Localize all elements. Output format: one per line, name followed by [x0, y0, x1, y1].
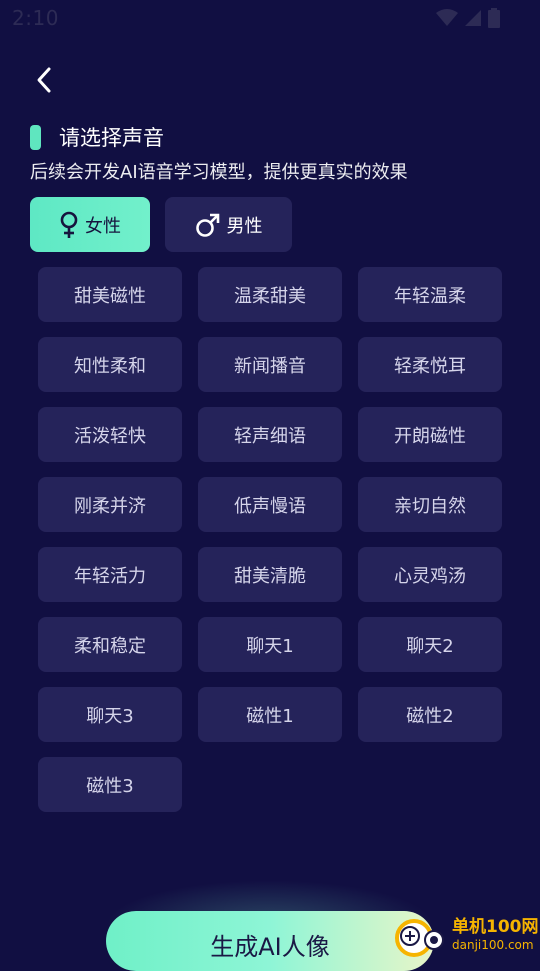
watermark-text: 单机100网 danji100.com	[452, 917, 539, 953]
voice-option[interactable]: 刚柔并济	[38, 477, 182, 532]
watermark: 单机100网 danji100.com	[390, 910, 540, 960]
voice-option[interactable]: 磁性2	[358, 687, 502, 742]
tab-male-label: 男性	[226, 215, 263, 237]
generate-button-label: 生成AI人像	[210, 933, 330, 961]
voice-option[interactable]: 温柔甜美	[198, 267, 342, 322]
voice-grid: 甜美磁性 温柔甜美 年轻温柔 知性柔和 新闻播音 轻柔悦耳 活泼轻快 轻声细语 …	[38, 267, 502, 812]
tab-male[interactable]: 男性	[165, 197, 292, 252]
status-time: 2:10	[12, 6, 59, 30]
voice-option[interactable]: 甜美清脆	[198, 547, 342, 602]
generate-ai-portrait-button[interactable]: 生成AI人像	[106, 911, 434, 971]
female-symbol-icon	[59, 211, 79, 239]
male-symbol-icon	[195, 212, 221, 238]
watermark-url: danji100.com	[452, 938, 534, 952]
voice-option[interactable]: 年轻温柔	[358, 267, 502, 322]
tab-female[interactable]: 女性	[30, 197, 150, 252]
voice-option[interactable]: 甜美磁性	[38, 267, 182, 322]
voice-option[interactable]: 年轻活力	[38, 547, 182, 602]
wifi-icon	[436, 9, 458, 31]
watermark-name: 单机100网	[452, 917, 539, 937]
signal-icon	[464, 9, 482, 31]
voice-option[interactable]: 磁性3	[38, 757, 182, 812]
voice-option[interactable]: 亲切自然	[358, 477, 502, 532]
voice-option[interactable]: 聊天3	[38, 687, 182, 742]
voice-option[interactable]: 聊天1	[198, 617, 342, 672]
voice-option[interactable]: 聊天2	[358, 617, 502, 672]
voice-option[interactable]: 低声慢语	[198, 477, 342, 532]
section-title: 请选择声音	[59, 126, 164, 150]
voice-option[interactable]: 柔和稳定	[38, 617, 182, 672]
voice-option[interactable]: 开朗磁性	[358, 407, 502, 462]
status-bar: 2:10	[0, 0, 540, 36]
tab-female-label: 女性	[85, 215, 121, 237]
voice-option[interactable]: 轻柔悦耳	[358, 337, 502, 392]
voice-option[interactable]: 新闻播音	[198, 337, 342, 392]
status-icons	[436, 8, 500, 32]
voice-option[interactable]: 磁性1	[198, 687, 342, 742]
voice-option[interactable]: 心灵鸡汤	[358, 547, 502, 602]
section-header: 请选择声音	[30, 122, 164, 152]
voice-option[interactable]: 知性柔和	[38, 337, 182, 392]
back-button[interactable]	[26, 64, 62, 100]
voice-option[interactable]: 轻声细语	[198, 407, 342, 462]
watermark-logo	[390, 912, 448, 958]
chevron-left-icon	[34, 66, 54, 98]
voice-option[interactable]: 活泼轻快	[38, 407, 182, 462]
title-accent-bar	[30, 124, 41, 150]
battery-icon	[488, 8, 500, 32]
section-subtitle: 后续会开发AI语音学习模型，提供更真实的效果	[30, 162, 408, 183]
